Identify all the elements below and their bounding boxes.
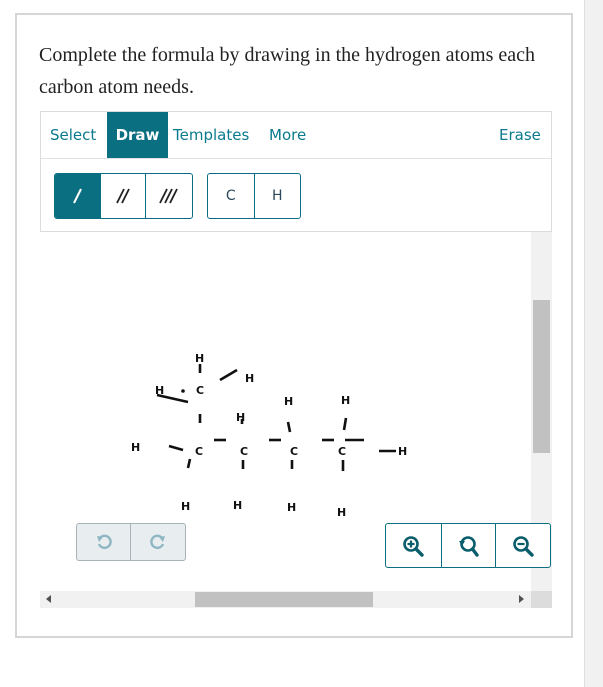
carbon-atom-button[interactable]: C [208, 174, 255, 218]
hydrogen-atom: H [181, 500, 190, 513]
scroll-left-arrow-icon[interactable] [46, 595, 52, 603]
hydrogen-atom: H [284, 395, 293, 408]
molecule-drawing: H H C H H H H H C C C C H H H H H [131, 352, 407, 519]
carbon-atom: C [240, 445, 248, 458]
double-bond-button[interactable] [101, 174, 147, 218]
hydrogen-atom: H [236, 411, 245, 424]
zoom-in-button[interactable] [386, 524, 441, 567]
zoom-controls [385, 523, 551, 568]
redo-icon [150, 534, 165, 550]
tab-more[interactable]: More [269, 112, 306, 158]
double-bond-icon [116, 188, 130, 204]
zoom-reset-icon [459, 535, 480, 557]
triple-bond-icon [159, 188, 178, 204]
zoom-reset-button[interactable] [440, 524, 496, 567]
hydrogen-atom: H [337, 506, 346, 519]
bond [168, 444, 184, 452]
hydrogen-atom: H [245, 372, 254, 385]
scroll-right-arrow-icon[interactable] [519, 595, 525, 603]
editor-tab-bar: Select Draw Templates More Erase [41, 112, 551, 159]
hydrogen-atom-button[interactable]: H [255, 174, 301, 218]
history-controls [76, 523, 186, 561]
vertical-scroll-thumb[interactable] [533, 300, 550, 453]
atom-selector: C H [207, 173, 301, 219]
undo-icon [96, 534, 112, 550]
erase-button[interactable]: Erase [499, 112, 541, 158]
bond [219, 368, 238, 382]
hydrogen-atom: H [155, 384, 164, 397]
hydrogen-atom: H [398, 445, 407, 458]
carbon-atom: C [338, 445, 346, 458]
question-card: Complete the formula by drawing in the h… [15, 13, 573, 638]
structure-editor-toolbar: Select Draw Templates More Erase C H [40, 111, 552, 232]
undo-button[interactable] [77, 524, 131, 560]
zoom-out-button[interactable] [495, 524, 550, 567]
tab-templates[interactable]: Templates [173, 112, 249, 158]
question-text: Complete the formula by drawing in the h… [39, 44, 535, 98]
bond [286, 421, 292, 433]
carbon-atom: C [290, 445, 298, 458]
hydrogen-atom: H [131, 441, 140, 454]
page-scrollbar[interactable] [584, 0, 603, 687]
carbon-atom: C [196, 384, 204, 397]
carbon-atom: C [195, 445, 203, 458]
hydrogen-atom: H [233, 499, 242, 512]
bond-dot [181, 389, 185, 393]
single-bond-button[interactable] [55, 174, 101, 218]
bond-type-selector [54, 173, 193, 219]
hydrogen-atom: H [341, 394, 350, 407]
triple-bond-button[interactable] [146, 174, 192, 218]
hydrogen-atom: H [287, 501, 296, 514]
tab-draw[interactable]: Draw [107, 112, 168, 158]
redo-button[interactable] [131, 524, 185, 560]
horizontal-scrollbar[interactable] [40, 591, 531, 608]
single-bond-icon [73, 188, 83, 204]
drawing-canvas[interactable]: H H C H H H H H C C C C H H H H H [40, 232, 552, 624]
hydrogen-atom: H [195, 352, 204, 365]
scrollbar-corner [531, 591, 552, 608]
bond [186, 458, 192, 469]
horizontal-scroll-thumb[interactable] [195, 592, 373, 607]
bond [342, 417, 348, 431]
zoom-out-icon [513, 535, 534, 557]
zoom-in-icon [403, 535, 425, 557]
tab-select[interactable]: Select [50, 112, 96, 158]
